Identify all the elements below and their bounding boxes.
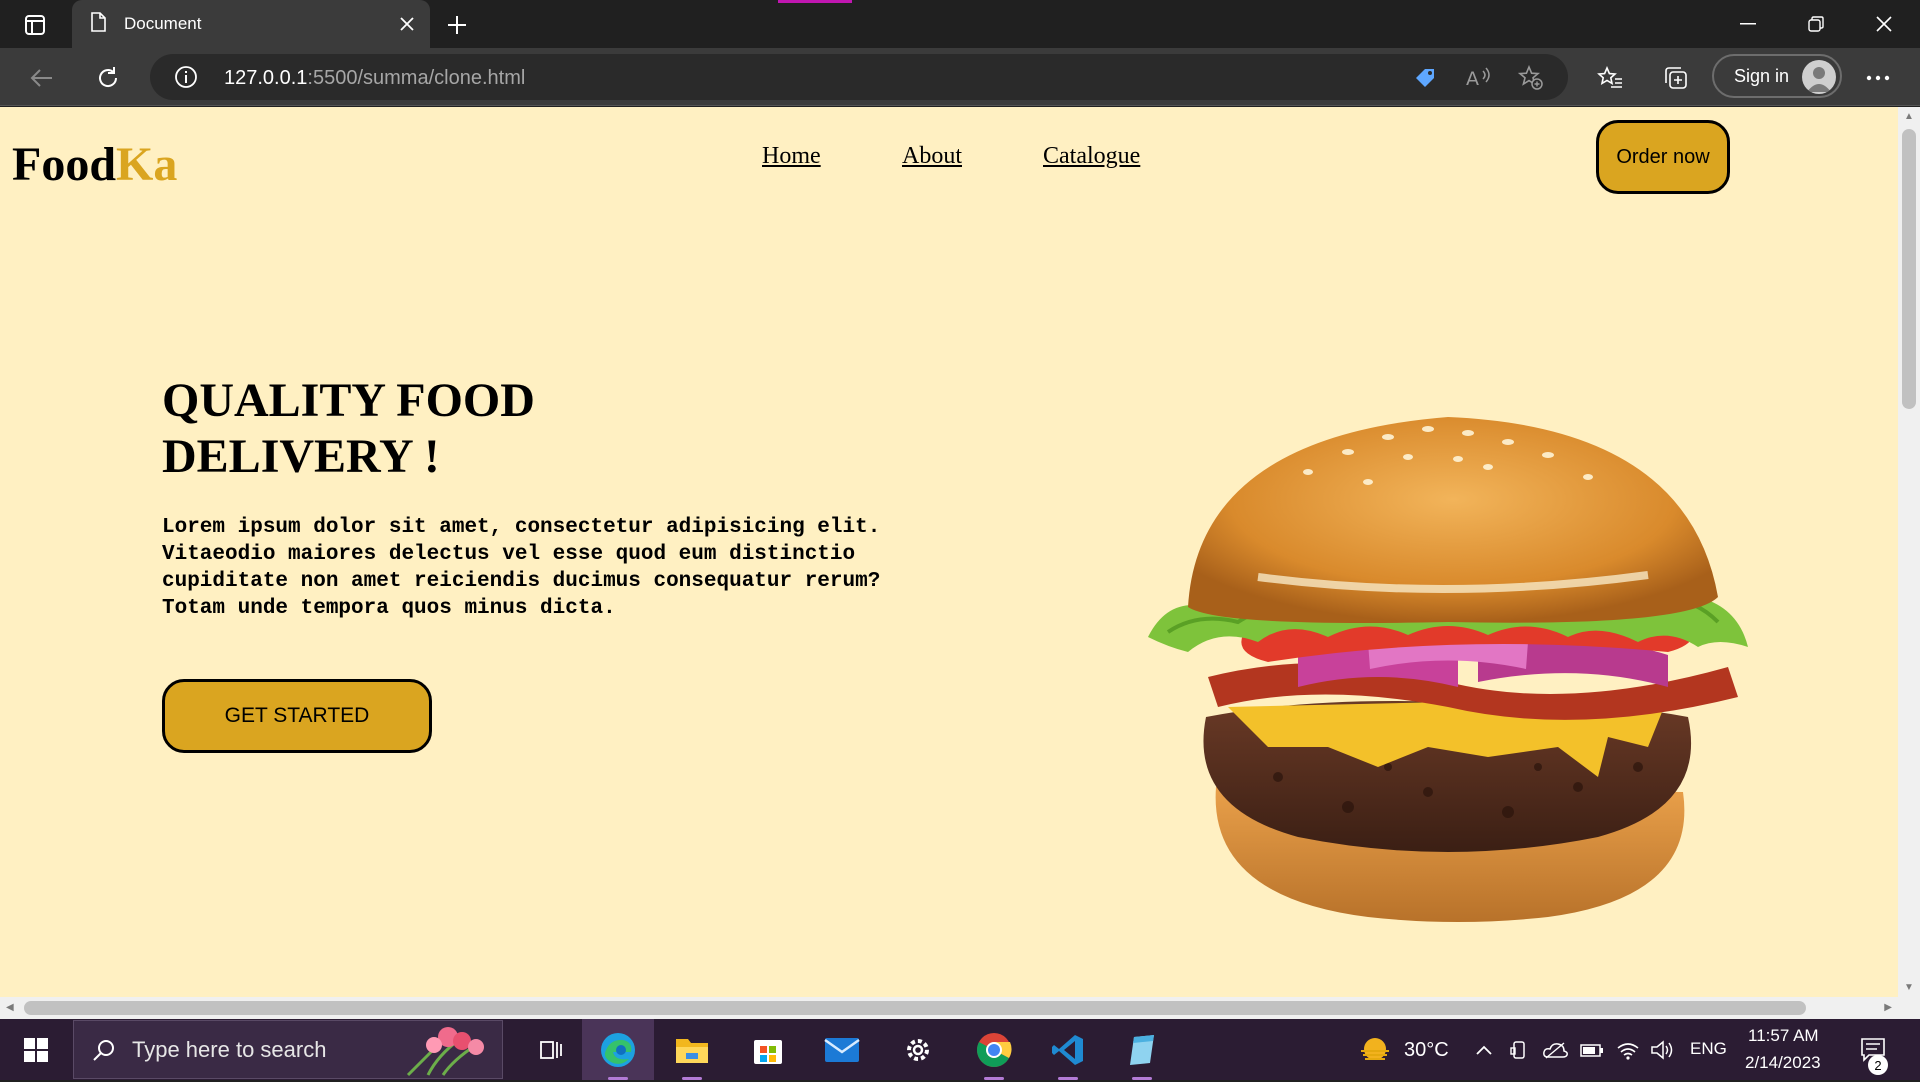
tab-actions-icon[interactable] xyxy=(14,10,56,40)
horizontal-scroll-thumb[interactable] xyxy=(24,1001,1806,1015)
hero-title-line: QUALITY FOOD xyxy=(162,374,535,427)
get-started-button[interactable]: GET STARTED xyxy=(162,679,432,753)
wifi-icon[interactable] xyxy=(1614,1019,1642,1080)
svg-text:A: A xyxy=(1466,68,1479,90)
new-tab-icon[interactable] xyxy=(440,10,474,40)
search-placeholder: Type here to search xyxy=(132,1036,327,1062)
document-icon xyxy=(90,11,106,37)
close-tab-icon[interactable] xyxy=(394,11,420,37)
url-host: 127.0.0.1 xyxy=(224,67,308,89)
sign-in-button[interactable]: Sign in xyxy=(1712,54,1842,98)
vertical-scroll-thumb[interactable] xyxy=(1902,129,1916,409)
site-logo[interactable]: FoodKa xyxy=(12,137,177,192)
hero-text-line: Lorem ipsum dolor sit amet, consectetur … xyxy=(162,516,881,539)
taskbar-settings-icon[interactable] xyxy=(886,1019,950,1080)
hero-text-line: Vitaeodio maiores delectus vel esse quod… xyxy=(162,543,856,566)
taskbar-chrome-icon[interactable] xyxy=(962,1019,1026,1080)
hero-text-line: Totam unde tempora quos minus dicta. xyxy=(162,597,616,620)
hero-text-line: cupiditate non amet reiciendis ducimus c… xyxy=(162,570,881,593)
taskbar-mail-icon[interactable] xyxy=(810,1019,874,1080)
scroll-right-icon[interactable]: ▶ xyxy=(1884,1002,1892,1013)
tab-indicator xyxy=(778,0,852,3)
input-language[interactable]: ENG xyxy=(1690,1039,1727,1059)
close-window-icon[interactable] xyxy=(1850,0,1918,48)
notification-badge: 2 xyxy=(1868,1055,1888,1075)
browser-toolbar: 127.0.0.1:5500/summa/clone.html A Sign i… xyxy=(0,48,1920,106)
volume-icon[interactable] xyxy=(1648,1019,1676,1080)
nav-link-catalogue[interactable]: Catalogue xyxy=(1043,143,1140,170)
minimize-icon[interactable] xyxy=(1714,0,1782,48)
site-info-icon[interactable] xyxy=(174,65,198,94)
taskbar-file-explorer-icon[interactable] xyxy=(660,1019,724,1080)
taskbar-store-icon[interactable] xyxy=(736,1019,800,1080)
clock-date[interactable]: 2/14/2023 xyxy=(1745,1053,1821,1073)
order-now-button[interactable]: Order now xyxy=(1596,120,1730,194)
tab-title: Document xyxy=(124,14,202,33)
device-icon[interactable] xyxy=(1506,1019,1532,1080)
task-view-icon[interactable] xyxy=(522,1019,582,1080)
refresh-icon[interactable] xyxy=(90,60,126,96)
taskbar-edge-icon[interactable] xyxy=(582,1019,654,1080)
hero-title-line: DELIVERY ! xyxy=(162,430,440,483)
search-icon xyxy=(92,1038,116,1062)
url-path: :5500/summa/clone.html xyxy=(307,67,526,89)
more-options-icon[interactable] xyxy=(1860,60,1896,96)
profile-avatar-icon xyxy=(1802,60,1836,94)
onedrive-icon[interactable] xyxy=(1540,1019,1570,1080)
flowers-icon xyxy=(388,1025,488,1082)
collections-icon[interactable] xyxy=(1658,60,1694,96)
read-aloud-icon[interactable]: A xyxy=(1466,65,1492,91)
show-hidden-icons-icon[interactable] xyxy=(1470,1019,1498,1080)
taskbar: Type here to search 30°C ENG 11:57 AM 2/… xyxy=(0,1019,1920,1080)
restore-icon[interactable] xyxy=(1782,0,1850,48)
burger-image xyxy=(1148,417,1748,922)
url-text: 127.0.0.1:5500/summa/clone.html xyxy=(224,67,525,90)
address-bar[interactable]: 127.0.0.1:5500/summa/clone.html A xyxy=(150,54,1568,100)
page-viewport: FoodKa Home About Catalogue Order now QU… xyxy=(0,107,1898,997)
back-icon[interactable] xyxy=(24,60,60,96)
logo-accent-text: Ka xyxy=(116,138,178,191)
scroll-up-icon[interactable]: ▲ xyxy=(1904,111,1914,122)
battery-icon[interactable] xyxy=(1578,1019,1606,1080)
hero-title: QUALITY FOOD DELIVERY ! xyxy=(162,373,762,485)
add-favorite-icon[interactable] xyxy=(1518,65,1544,91)
favorites-icon[interactable] xyxy=(1592,60,1628,96)
browser-tab[interactable]: Document xyxy=(72,0,430,48)
hero-description: Lorem ipsum dolor sit amet, consectetur … xyxy=(162,514,902,622)
nav-link-about[interactable]: About xyxy=(902,143,962,170)
weather-temperature[interactable]: 30°C xyxy=(1404,1039,1449,1062)
horizontal-scrollbar[interactable]: ◀ ▶ xyxy=(0,997,1898,1019)
sign-in-label: Sign in xyxy=(1734,65,1790,86)
tab-strip: Document xyxy=(0,0,1920,48)
scroll-left-icon[interactable]: ◀ xyxy=(6,1002,14,1013)
shopping-tag-icon[interactable] xyxy=(1412,65,1438,91)
scroll-down-icon[interactable]: ▼ xyxy=(1904,982,1914,993)
windows-start-icon[interactable] xyxy=(14,1019,58,1080)
scrollbar-corner xyxy=(1898,997,1920,1019)
taskbar-notepad-icon[interactable] xyxy=(1110,1019,1174,1080)
taskbar-vscode-icon[interactable] xyxy=(1036,1019,1100,1080)
taskbar-search[interactable]: Type here to search xyxy=(73,1020,503,1079)
logo-text: Food xyxy=(12,138,117,191)
clock-time[interactable]: 11:57 AM xyxy=(1748,1026,1819,1046)
weather-icon[interactable] xyxy=(1354,1019,1396,1080)
nav-link-home[interactable]: Home xyxy=(762,143,821,170)
vertical-scrollbar[interactable]: ▲ ▼ xyxy=(1898,107,1920,997)
